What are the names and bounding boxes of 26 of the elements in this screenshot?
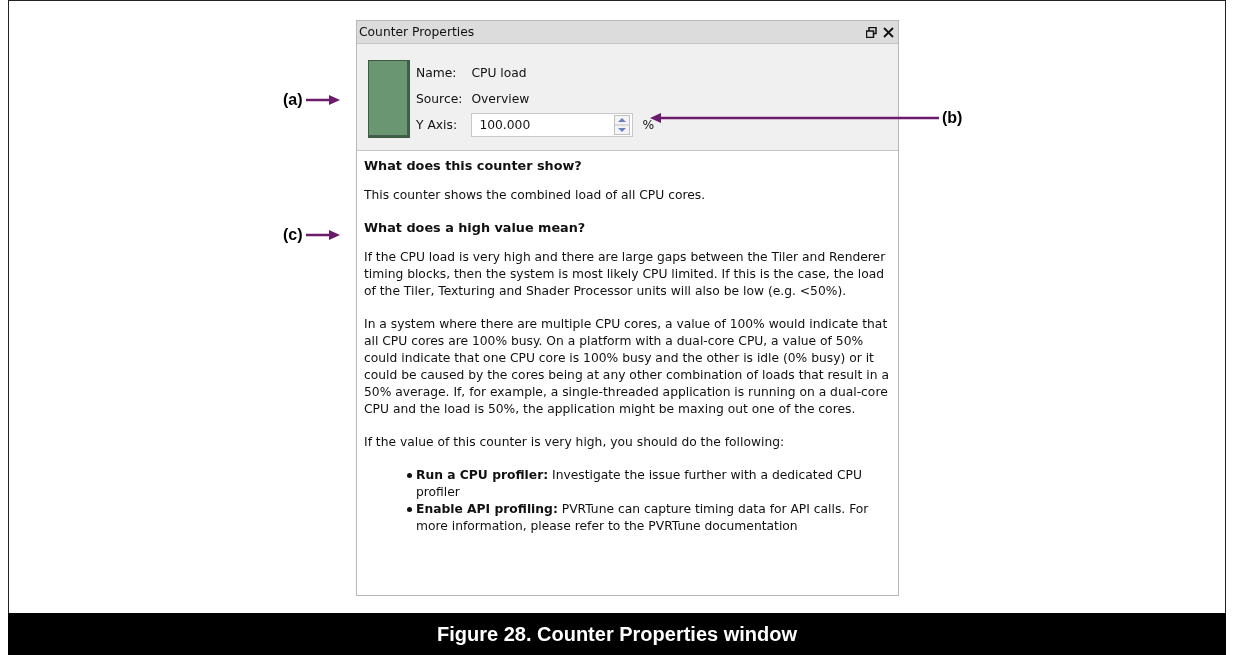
bullet-text: Enable API profiling: PVRTune can capture timing data for API calls. For more information, please refer to the PVRTune documentation	[416, 501, 870, 535]
bullet-icon	[407, 473, 412, 478]
field-label: Y Axis:	[416, 117, 459, 134]
callout-label: (a)	[283, 91, 303, 109]
callout-label: (b)	[942, 109, 963, 127]
restore-icon[interactable]	[866, 26, 877, 38]
field-value: CPU load	[471, 65, 528, 82]
color-swatch[interactable]	[368, 60, 410, 138]
description-paragraph: In a system where there are multiple CPU cores, a value of 100% would indicate that all CPU cores are 100% busy. On a platform with a dual-core CPU, a value of 50% could indicate that one CPU core is 100% busy and the other is idle (0% busy) or it could be caused by the cores being at any other combination of loads that result in a 50% average. If, for example, a single-threaded application is running on a dual-core CPU and the load is 50%, the application might be maxing out one of the cores.	[364, 316, 890, 418]
section-heading: What does a high value mean?	[364, 220, 587, 235]
callout-arrow	[305, 95, 340, 105]
field-label: Name:	[416, 65, 458, 82]
figure-caption: Figure 28. Counter Properties window	[8, 613, 1226, 655]
bullet-icon	[407, 507, 412, 512]
close-icon[interactable]	[883, 26, 894, 38]
description-paragraph: If the CPU load is very high and there are large gaps between the Tiler and Renderer timing blocks, then the system is most likely CPU limited. If this is the case, the load of the Tiler, Texturing and Shader Processor units will also be low (e.g. <50%).	[364, 249, 887, 300]
callout-label: (c)	[283, 226, 303, 244]
section-heading: What does this counter show?	[364, 158, 583, 173]
bullet-text: Run a CPU profiler: Investigate the issue further with a dedicated CPU profiler	[416, 467, 863, 501]
field-label: Source:	[416, 91, 463, 108]
window-title: Counter Properties	[359, 25, 476, 39]
description-paragraph: This counter shows the combined load of all CPU cores.	[364, 187, 707, 204]
field-value: Overview	[471, 91, 531, 108]
callout-arrow	[305, 230, 340, 240]
description-paragraph: If the value of this counter is very high, you should do the following:	[364, 434, 786, 451]
unit-label: %	[642, 117, 655, 134]
